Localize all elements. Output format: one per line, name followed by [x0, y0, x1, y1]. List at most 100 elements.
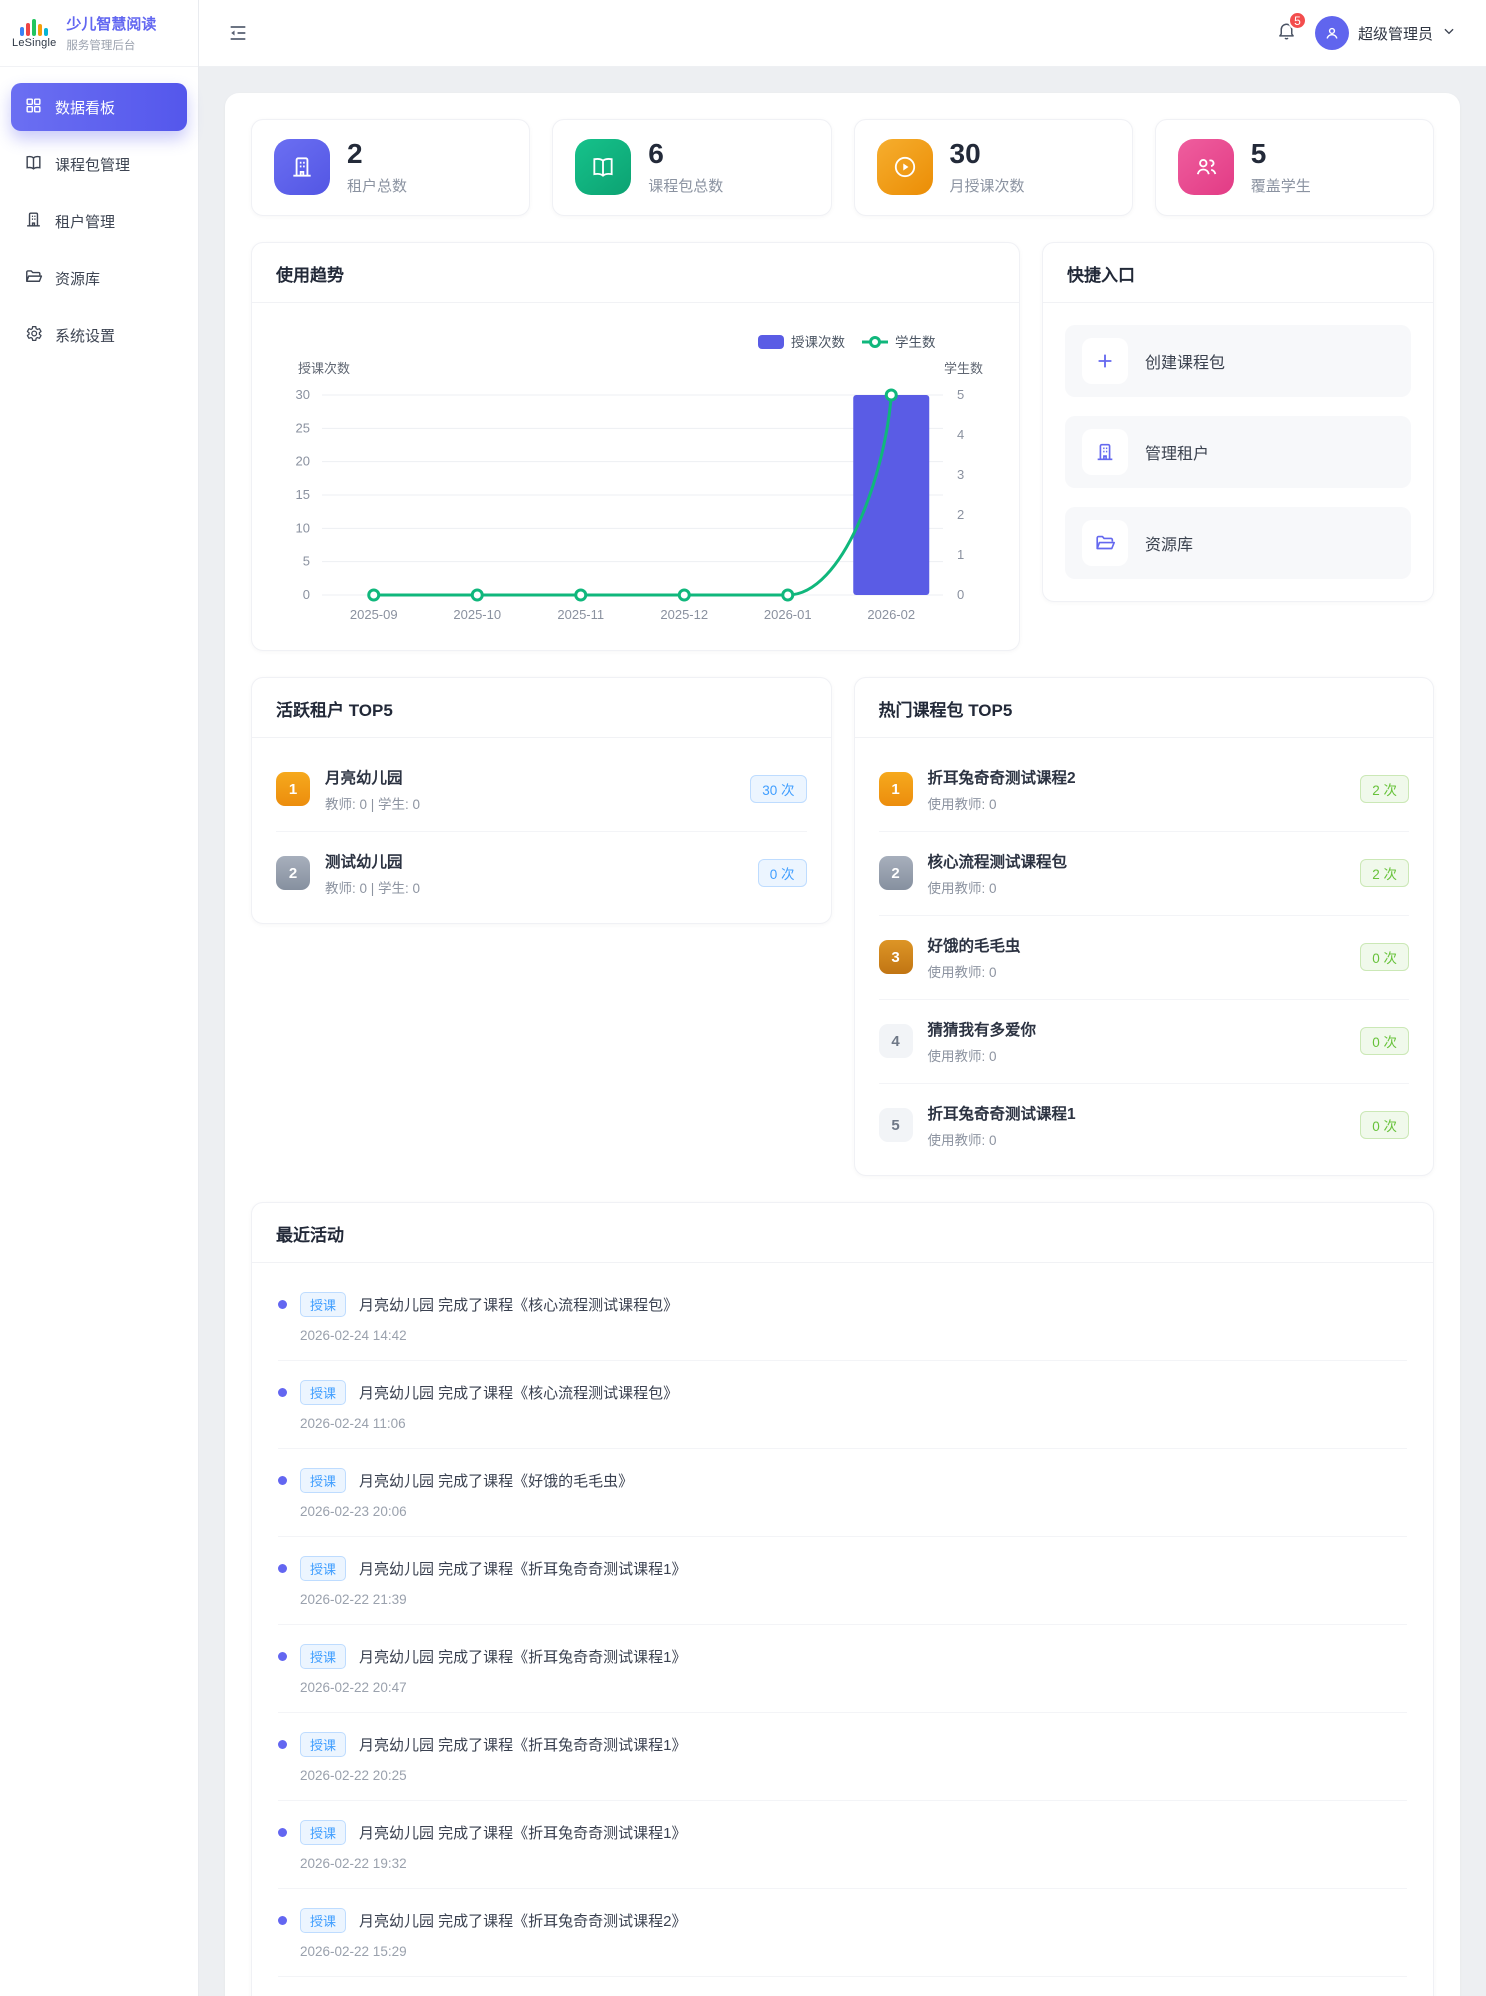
usage-count-badge: 0 次	[1360, 1027, 1409, 1055]
stat-card-students: 5 覆盖学生	[1155, 119, 1434, 216]
activity-type-badge: 授课	[300, 1732, 346, 1757]
sidebar-item-course-packages[interactable]: 课程包管理	[11, 140, 187, 188]
svg-text:2026-01: 2026-01	[764, 607, 812, 622]
svg-text:2: 2	[957, 507, 964, 522]
building-icon	[1082, 429, 1128, 475]
card-title: 快捷入口	[1043, 243, 1433, 303]
rank-badge: 2	[276, 856, 310, 890]
svg-text:0: 0	[957, 587, 964, 602]
quick-entry-label: 资源库	[1145, 531, 1193, 555]
activity-row: 授课 月亮幼儿园 完成了课程《折耳兔奇奇测试课程2》 2026-02-22 15…	[278, 1889, 1407, 1977]
stat-label: 覆盖学生	[1251, 175, 1311, 196]
activity-time: 2026-02-22 21:39	[300, 1592, 1407, 1607]
tenant-meta: 教师: 0 | 学生: 0	[325, 877, 420, 897]
package-rank-row: 4 猜猜我有多爱你 使用教师: 0 0 次	[879, 1000, 1410, 1084]
sidebar-item-label: 课程包管理	[55, 154, 130, 175]
sidebar-item-label: 数据看板	[55, 97, 115, 118]
svg-text:1: 1	[957, 547, 964, 562]
user-menu[interactable]: 超级管理员	[1315, 16, 1456, 50]
folder-icon	[24, 267, 43, 290]
package-name: 好饿的毛毛虫	[928, 934, 1021, 956]
package-name: 核心流程测试课程包	[928, 850, 1068, 872]
stat-value: 6	[648, 139, 723, 170]
quick-entry-label: 创建课程包	[1145, 349, 1225, 373]
sidebar-menu: 数据看板 课程包管理 租户管理 资源库 系统设置	[0, 67, 198, 384]
notification-bell-icon[interactable]: 5	[1276, 20, 1297, 46]
svg-text:2025-11: 2025-11	[557, 607, 604, 622]
package-rank-row: 5 折耳兔奇奇测试课程1 使用教师: 0 0 次	[879, 1084, 1410, 1167]
quick-entry-create-package[interactable]: 创建课程包	[1065, 325, 1411, 397]
activity-time: 2026-02-24 11:06	[300, 1416, 1407, 1431]
svg-text:学生数: 学生数	[895, 335, 936, 350]
book-icon	[575, 139, 631, 195]
sidebar-item-settings[interactable]: 系统设置	[11, 311, 187, 359]
user-name: 超级管理员	[1358, 23, 1433, 44]
package-name: 折耳兔奇奇测试课程2	[928, 766, 1076, 788]
package-rank-row: 1 折耳兔奇奇测试课程2 使用教师: 0 2 次	[879, 748, 1410, 832]
activity-text: 月亮幼儿园 完成了课程《核心流程测试课程包》	[359, 1294, 678, 1315]
svg-text:3: 3	[957, 467, 964, 482]
svg-text:20: 20	[296, 453, 310, 468]
activity-time: 2026-02-22 15:29	[300, 1944, 1407, 1959]
sidebar: LeSingle 少儿智慧阅读 服务管理后台 数据看板 课程包管理 租户管理	[0, 0, 199, 1996]
rank-badge: 4	[879, 1024, 913, 1058]
stats-row: 2 租户总数 6 课程包总数 30	[251, 119, 1434, 216]
card-title: 最近活动	[252, 1203, 1433, 1263]
quick-entry-label: 管理租户	[1145, 440, 1209, 464]
app-subtitle: 服务管理后台	[66, 37, 156, 53]
activity-dot	[278, 1652, 287, 1661]
activity-text: 月亮幼儿园 完成了课程《核心流程测试课程包》	[359, 1382, 678, 1403]
card-title: 活跃租户 TOP5	[252, 678, 831, 738]
stat-card-monthly-lessons: 30 月授课次数	[854, 119, 1133, 216]
activity-dot	[278, 1300, 287, 1309]
sidebar-item-label: 租户管理	[55, 211, 115, 232]
usage-count-badge: 2 次	[1360, 859, 1409, 887]
quick-entry-manage-tenants[interactable]: 管理租户	[1065, 416, 1411, 488]
logo: LeSingle 少儿智慧阅读 服务管理后台	[0, 0, 198, 67]
topbar: 5 超级管理员	[199, 0, 1486, 67]
sidebar-item-resources[interactable]: 资源库	[11, 254, 187, 302]
plus-icon	[1082, 338, 1128, 384]
quick-entry-resources[interactable]: 资源库	[1065, 507, 1411, 579]
svg-text:30: 30	[296, 387, 310, 402]
svg-text:学生数: 学生数	[944, 361, 983, 376]
usage-trend-chart: 051015202530012345授课次数学生数2025-092025-102…	[252, 303, 1019, 650]
sidebar-item-tenants[interactable]: 租户管理	[11, 197, 187, 245]
activity-type-badge: 授课	[300, 1468, 346, 1493]
activity-dot	[278, 1916, 287, 1925]
avatar	[1315, 16, 1349, 50]
app-root: LeSingle 少儿智慧阅读 服务管理后台 数据看板 课程包管理 租户管理	[0, 0, 1486, 1996]
play-icon	[877, 139, 933, 195]
package-name: 猜猜我有多爱你	[928, 1018, 1037, 1040]
activity-row: 授课 月亮幼儿园 完成了课程《折耳兔奇奇测试课程1》 2026-02-22 21…	[278, 1537, 1407, 1625]
chevron-down-icon	[1442, 24, 1456, 43]
activity-dot	[278, 1564, 287, 1573]
stat-value: 30	[950, 139, 1025, 170]
hot-packages-card: 热门课程包 TOP5 1 折耳兔奇奇测试课程2 使用教师: 0 2 次	[854, 677, 1435, 1176]
card-title: 热门课程包 TOP5	[855, 678, 1434, 738]
activity-text: 月亮幼儿园 完成了课程《折耳兔奇奇测试课程1》	[359, 1646, 687, 1667]
svg-text:2025-09: 2025-09	[350, 607, 398, 622]
activity-dot	[278, 1828, 287, 1837]
usage-trend-card: 使用趋势 051015202530012345授课次数学生数2025-09202…	[251, 242, 1020, 651]
svg-text:授课次数: 授课次数	[791, 335, 845, 350]
app-title: 少儿智慧阅读	[66, 13, 156, 34]
tenant-name: 测试幼儿园	[325, 850, 420, 872]
usage-count-badge: 0 次	[758, 859, 807, 887]
dashboard-icon	[24, 96, 43, 119]
activity-text: 月亮幼儿园 完成了课程《折耳兔奇奇测试课程1》	[359, 1822, 687, 1843]
trend-chart-svg: 051015202530012345授课次数学生数2025-092025-102…	[260, 321, 1005, 633]
usage-count-badge: 2 次	[1360, 775, 1409, 803]
recent-activity-card: 最近活动 授课 月亮幼儿园 完成了课程《核心流程测试课程包》 2026-02-2…	[251, 1202, 1434, 1996]
activity-time: 2026-02-23 20:06	[300, 1504, 1407, 1519]
card-title: 使用趋势	[252, 243, 1019, 303]
stat-card-tenants: 2 租户总数	[251, 119, 530, 216]
stat-label: 课程包总数	[648, 175, 723, 196]
tenant-rank-row: 1 月亮幼儿园 教师: 0 | 学生: 0 30 次	[276, 748, 807, 832]
package-meta: 使用教师: 0	[928, 1045, 1037, 1065]
sidebar-item-dashboard[interactable]: 数据看板	[11, 83, 187, 131]
activity-row: 授课 月亮幼儿园 完成了课程《折耳兔奇奇测试课程1》 2026-02-22 20…	[278, 1625, 1407, 1713]
recent-activity-list: 授课 月亮幼儿园 完成了课程《核心流程测试课程包》 2026-02-24 14:…	[252, 1263, 1433, 1996]
sidebar-collapse-button[interactable]	[227, 22, 249, 44]
activity-row: 授课 月亮幼儿园 完成了课程《折耳兔奇奇测试课程1》 2026-02-22 19…	[278, 1801, 1407, 1889]
